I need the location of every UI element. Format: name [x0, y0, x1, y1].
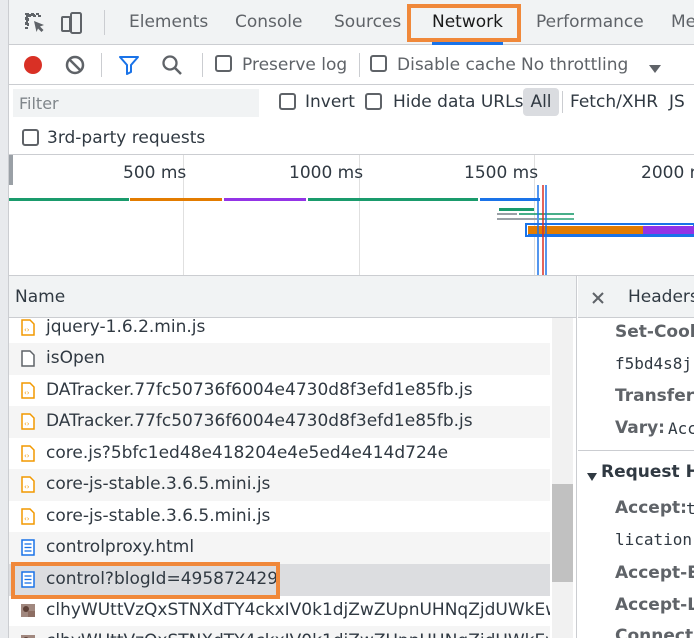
hide-data-urls-checkbox[interactable]	[365, 93, 382, 110]
network-toolbar: Preserve log Disable cache No throttling	[9, 45, 694, 85]
network-tab-highlight	[407, 4, 521, 42]
tab-sources[interactable]: Sources	[334, 0, 401, 45]
preserve-log-checkbox[interactable]	[215, 55, 232, 72]
preserve-log-label: Preserve log	[242, 55, 348, 75]
tab-console[interactable]: Console	[235, 0, 303, 45]
svg-text:‹›: ‹›	[24, 483, 30, 491]
overview-bars	[9, 185, 694, 275]
type-filter-all[interactable]: All	[523, 88, 559, 116]
tab-memory[interactable]: Me	[671, 0, 694, 45]
request-row[interactable]: controlproxy.html	[9, 532, 550, 564]
header-key: Accept:	[615, 498, 687, 518]
header-value: f5bd4s8j	[615, 354, 693, 373]
filter-separator	[562, 91, 563, 113]
tab-performance[interactable]: Performance	[536, 0, 644, 45]
search-icon[interactable]	[161, 54, 183, 76]
header-value: Acc	[668, 419, 694, 438]
request-name: DATracker.77fc50736f6004e4730d8f3efd1e85…	[46, 411, 473, 431]
requests-scrollbar[interactable]	[552, 318, 573, 638]
tabbar-separator	[104, 10, 105, 35]
js-file-icon: ‹›	[21, 508, 35, 525]
js-file-icon: ‹›	[21, 445, 35, 462]
request-details-pane: Headers Set-Cooki f5bd4s8j Transfer-E Va…	[578, 276, 694, 638]
triangle-down-icon[interactable]	[587, 467, 597, 481]
type-filter-fetch-xhr[interactable]: Fetch/XHR	[570, 85, 658, 119]
header-key: Set-Cooki	[615, 322, 694, 342]
tab-elements[interactable]: Elements	[129, 0, 208, 45]
header-value: t	[686, 499, 694, 518]
request-row[interactable]: clhyWUttVzQxSTNXdTY4ckxIV0k1djZwZUpnUHNq…	[9, 626, 550, 638]
document-blank-icon	[21, 350, 35, 367]
header-key: Transfer-E	[615, 386, 694, 406]
tab-headers[interactable]: Headers	[628, 287, 694, 307]
request-row[interactable]: ‹› core.js?5bfc1ed48e418204e4e5ed4e414d7…	[9, 438, 550, 470]
header-key: Vary:	[615, 418, 665, 438]
svg-text:‹›: ‹›	[24, 515, 30, 523]
svg-text:‹›: ‹›	[24, 326, 30, 334]
toolbar-separator	[202, 53, 203, 77]
toolbar-separator	[359, 53, 360, 77]
disable-cache-label: Disable cache	[397, 55, 516, 75]
svg-text:‹›: ‹›	[24, 452, 30, 460]
request-row[interactable]: ‹› jquery-1.6.2.min.js	[9, 312, 550, 344]
record-icon[interactable]	[22, 54, 44, 76]
header-key: Accept-La	[615, 595, 694, 615]
request-name: core.js?5bfc1ed48e418204e4e5ed4e414d724e	[46, 443, 449, 463]
close-icon[interactable]	[591, 290, 605, 304]
type-filter-js[interactable]: JS	[669, 85, 685, 119]
request-name: DATracker.77fc50736f6004e4730d8f3efd1e85…	[46, 380, 473, 400]
devtools-tabbar: Elements Console Sources Network Perform…	[9, 0, 694, 45]
request-name: core-js-stable.3.6.5.mini.js	[46, 474, 271, 494]
header-value: lication	[615, 530, 693, 549]
request-name: clhyWUttVzQxSTNXdTY4ckxIV0k1djZwZUpnUHNq…	[46, 626, 550, 638]
request-row[interactable]: clhyWUttVzQxSTNXdTY4ckxIV0k1djZwZUpnUHNq…	[9, 595, 550, 627]
section-divider	[578, 450, 694, 451]
request-headers-section[interactable]: Request He	[601, 462, 694, 482]
svg-text:‹›: ‹›	[24, 420, 30, 428]
js-file-icon: ‹›	[21, 319, 35, 336]
header-key: Accept-En	[615, 563, 694, 583]
hide-data-urls-label: Hide data URLs	[393, 92, 524, 112]
clear-icon[interactable]	[64, 54, 86, 76]
device-toolbar-icon[interactable]	[59, 11, 83, 35]
filter-bar: Invert Hide data URLs All Fetch/XHR JS	[9, 85, 694, 121]
request-row[interactable]: ‹› DATracker.77fc50736f6004e4730d8f3efd1…	[9, 375, 550, 407]
request-name: core-js-stable.3.6.5.mini.js	[46, 506, 271, 526]
request-row[interactable]: isOpen	[9, 343, 550, 375]
request-row[interactable]: ‹› DATracker.77fc50736f6004e4730d8f3efd1…	[9, 406, 550, 438]
invert-checkbox[interactable]	[279, 93, 296, 110]
request-row[interactable]: ‹› core-js-stable.3.6.5.mini.js	[9, 501, 550, 533]
image-thumbnail-icon	[21, 602, 35, 619]
toolbar-separator	[101, 53, 102, 77]
header-key: Connectio	[615, 626, 694, 638]
selected-request-highlight	[11, 562, 280, 599]
throttling-select[interactable]: No throttling	[521, 45, 628, 85]
third-party-bar: 3rd-party requests	[9, 121, 694, 155]
request-name: jquery-1.6.2.min.js	[46, 317, 206, 337]
third-party-label: 3rd-party requests	[47, 128, 206, 148]
request-name: controlproxy.html	[46, 537, 195, 557]
requests-scrollbar-thumb[interactable]	[552, 484, 573, 582]
html-document-icon	[21, 539, 35, 556]
third-party-checkbox[interactable]	[22, 129, 39, 146]
request-name: clhyWUttVzQxSTNXdTY4ckxIV0k1djZwZUpnUHNq…	[46, 600, 550, 620]
request-name: isOpen	[46, 348, 105, 368]
filter-icon[interactable]	[118, 54, 140, 76]
js-file-icon: ‹›	[21, 413, 35, 430]
network-overview[interactable]: 500 ms 1000 ms 1500 ms 2000 ms	[9, 155, 694, 276]
svg-text:‹›: ‹›	[24, 389, 30, 397]
js-file-icon: ‹›	[21, 476, 35, 493]
dock-edge	[0, 0, 9, 638]
disable-cache-checkbox[interactable]	[370, 55, 387, 72]
request-row[interactable]: ‹› core-js-stable.3.6.5.mini.js	[9, 469, 550, 501]
details-tabbar: Headers	[578, 276, 694, 318]
filter-input[interactable]	[13, 89, 259, 117]
chevron-down-icon[interactable]	[649, 60, 661, 73]
invert-label: Invert	[305, 92, 355, 112]
js-file-icon: ‹›	[21, 382, 35, 399]
inspect-element-icon[interactable]	[23, 11, 47, 35]
image-thumbnail-icon	[21, 633, 35, 638]
